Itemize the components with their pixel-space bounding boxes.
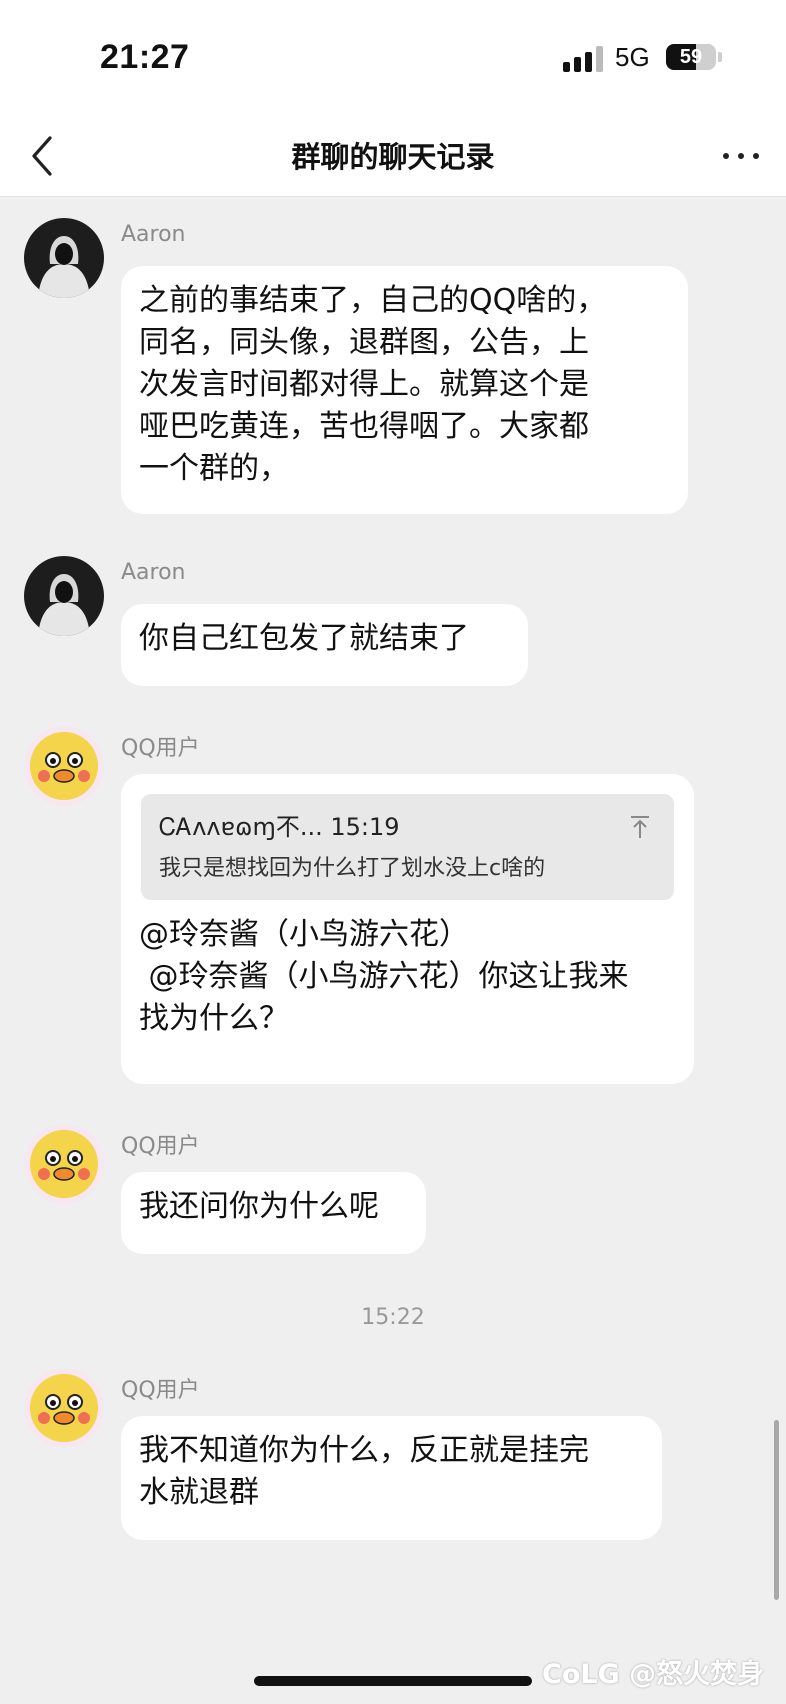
message-text: 我还问你为什么呢 xyxy=(139,1189,379,1224)
sender-name: QQ用户 xyxy=(121,1134,200,1159)
network-type: 5G xyxy=(615,42,650,72)
battery-level: 59 xyxy=(679,46,703,68)
avatar[interactable] xyxy=(24,556,104,636)
more-button[interactable] xyxy=(716,136,766,176)
more-dot xyxy=(753,153,759,159)
duck-avatar-icon xyxy=(24,1368,104,1448)
clock: 21:27 xyxy=(100,38,190,76)
scrollbar[interactable] xyxy=(774,1420,779,1600)
more-dot xyxy=(738,153,744,159)
nav-bar: 群聊的聊天记录 xyxy=(0,116,786,197)
avatar[interactable] xyxy=(24,218,104,298)
sender-name: QQ用户 xyxy=(121,736,200,761)
message-text: 你自己红包发了就结束了 xyxy=(139,621,469,656)
page-title: 群聊的聊天记录 xyxy=(291,140,495,174)
more-dot xyxy=(723,153,729,159)
message-bubble[interactable]: 我还问你为什么呢 xyxy=(121,1172,426,1254)
avatar[interactable] xyxy=(24,726,104,806)
duck-avatar-icon xyxy=(24,726,104,806)
signal-icon xyxy=(563,46,605,72)
status-bar: 21:27 5G 59 xyxy=(0,0,786,116)
quote-text: 我只是想找回为什么打了划水没上c啥的 xyxy=(159,856,546,881)
message-bubble[interactable]: 我不知道你为什么，反正就是挂完 水就退群 xyxy=(121,1416,662,1540)
message-bubble[interactable]: 之前的事结束了，自己的QQ啥的， 同名，同头像，退群图，公告，上 次发言时间都对… xyxy=(121,266,688,514)
message-text: @玲奈酱（小鸟游六花） @玲奈酱（小鸟游六花）你这让我来 找为什么？ xyxy=(139,917,629,1036)
home-indicator[interactable] xyxy=(254,1676,532,1686)
sender-name: Aaron xyxy=(121,222,186,247)
watermark: CoLG @怒火焚身 xyxy=(542,1659,765,1690)
avatar[interactable] xyxy=(24,1368,104,1448)
message-text: 我不知道你为什么，反正就是挂完 水就退群 xyxy=(139,1433,589,1510)
message-bubble[interactable]: ᏟᎪʌʌɐɷɱ不... 15:19 我只是想找回为什么打了划水没上c啥的 @玲奈… xyxy=(121,774,694,1084)
battery-icon: 59 xyxy=(666,44,716,70)
jump-to-message-icon[interactable] xyxy=(628,814,652,840)
duck-avatar-icon xyxy=(24,1124,104,1204)
avatar[interactable] xyxy=(24,1124,104,1204)
sender-name: QQ用户 xyxy=(121,1378,200,1403)
time-divider: 15:22 xyxy=(361,1305,425,1330)
message-text: 之前的事结束了，自己的QQ啥的， 同名，同头像，退群图，公告，上 次发言时间都对… xyxy=(139,283,607,486)
hooded-figure-icon xyxy=(24,218,104,298)
battery-tip xyxy=(718,52,722,62)
quote-header: ᏟᎪʌʌɐɷɱ不... 15:19 xyxy=(159,813,400,841)
message-bubble[interactable]: 你自己红包发了就结束了 xyxy=(121,604,528,686)
quoted-reply[interactable]: ᏟᎪʌʌɐɷɱ不... 15:19 我只是想找回为什么打了划水没上c啥的 xyxy=(141,794,674,900)
hooded-figure-icon xyxy=(24,556,104,636)
sender-name: Aaron xyxy=(121,560,186,585)
